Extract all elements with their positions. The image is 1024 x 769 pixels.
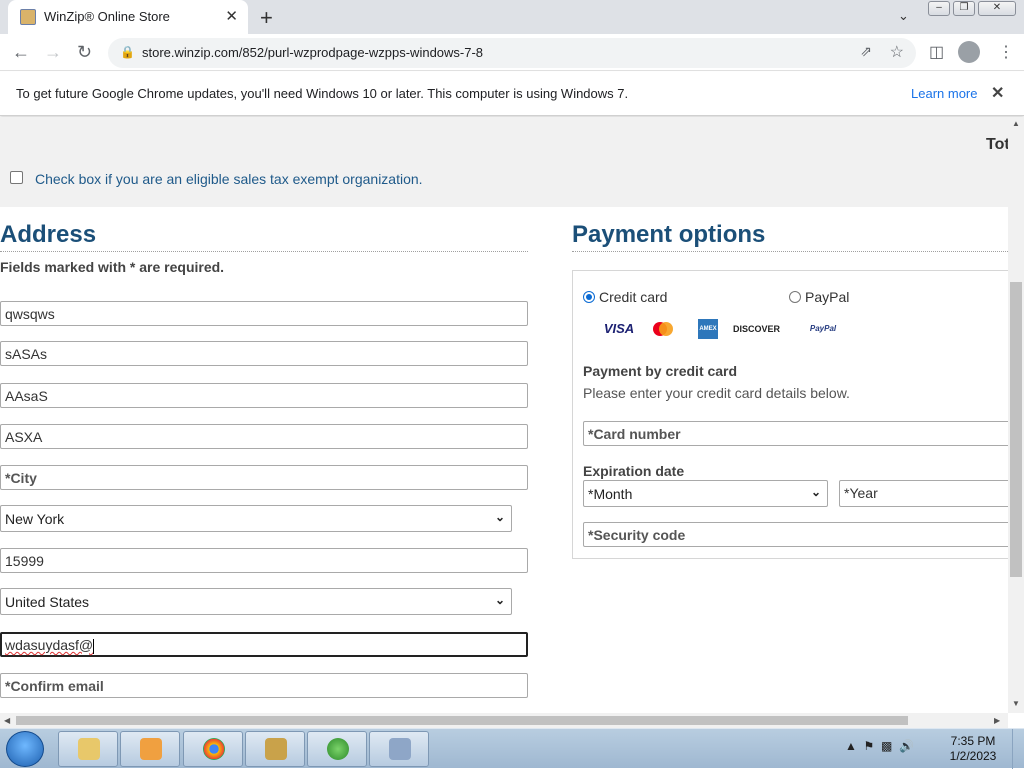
minimize-button[interactable]: –: [928, 1, 950, 16]
payment-divider: [572, 251, 1008, 252]
address-divider: [0, 251, 528, 252]
bookmark-star-icon[interactable]: ☆: [890, 42, 904, 62]
system-tray-icons[interactable]: ▲ ⚑ ▩ 🔊: [845, 739, 914, 753]
chevron-down-icon: ⌄: [494, 510, 505, 524]
clock-time: 7:35 PM: [950, 734, 996, 748]
update-infobar: To get future Google Chrome updates, you…: [0, 72, 1024, 116]
taskbar-clock[interactable]: 7:35 PM 1/2/2023: [943, 734, 1003, 764]
expiration-year-field[interactable]: *Year: [839, 480, 1008, 507]
address-bar[interactable]: 🔒 store.winzip.com/852/purl-wzprodpage-w…: [108, 38, 916, 68]
page-content: Tot Check box if you are an eligible sal…: [0, 117, 1008, 713]
show-desktop-button[interactable]: [1012, 729, 1024, 769]
back-arrow-icon[interactable]: ←: [12, 42, 30, 63]
tab-search-chevron-icon[interactable]: ⌄: [898, 8, 909, 24]
credit-card-label[interactable]: Credit card: [599, 289, 667, 305]
credit-card-radio[interactable]: [583, 291, 595, 303]
email-field-value: wdasuydasf@: [5, 637, 94, 653]
browser-tab[interactable]: WinZip® Online Store ✕: [8, 0, 248, 34]
tab-title: WinZip® Online Store: [44, 9, 170, 24]
taskbar-media-player[interactable]: [120, 731, 180, 767]
address-line1-field[interactable]: AAsaS: [0, 383, 528, 408]
windows-taskbar: ▲ ⚑ ▩ 🔊 7:35 PM 1/2/2023: [0, 728, 1024, 769]
taskbar-winzip[interactable]: [245, 731, 305, 767]
learn-more-link[interactable]: Learn more: [911, 86, 977, 101]
zip-field[interactable]: 15999: [0, 548, 528, 573]
start-button[interactable]: [6, 731, 44, 767]
security-code-field[interactable]: *Security code: [583, 522, 1008, 547]
state-select[interactable]: New York ⌄: [0, 505, 512, 532]
taskbar-explorer[interactable]: [58, 731, 118, 767]
payment-heading: Payment options: [572, 221, 766, 248]
windows-logo-icon: [327, 738, 349, 760]
lock-icon: 🔒: [120, 45, 135, 59]
taskbar-users[interactable]: [369, 731, 429, 767]
city-field[interactable]: *City: [0, 465, 528, 490]
browser-toolbar: ← → ↻ 🔒 store.winzip.com/852/purl-wzprod…: [0, 34, 1024, 71]
paypal-radio[interactable]: [789, 291, 801, 303]
mastercard-logo-icon: [651, 321, 675, 337]
card-number-field[interactable]: *Card number: [583, 421, 1008, 446]
text-caret: [93, 638, 95, 654]
state-select-value: New York: [5, 511, 65, 527]
address-line2-field[interactable]: ASXA: [0, 424, 528, 449]
first-name-field[interactable]: qwsqws: [0, 301, 528, 326]
scroll-right-arrow-icon[interactable]: ▶: [994, 716, 1000, 725]
folder-icon: [78, 738, 100, 760]
payment-by-card-title: Payment by credit card: [583, 363, 738, 379]
tab-strip: WinZip® Online Store ✕ + ⌄ – ❐ ✕: [0, 0, 1024, 34]
scroll-left-arrow-icon[interactable]: ◀: [4, 716, 10, 725]
forward-arrow-icon[interactable]: →: [44, 42, 62, 63]
payment-by-card-subtitle: Please enter your credit card details be…: [583, 385, 850, 401]
winzip-favicon-icon: [20, 9, 36, 25]
last-name-field[interactable]: sASAs: [0, 341, 528, 366]
clock-date: 1/2/2023: [949, 749, 997, 763]
chevron-down-icon: ⌄: [810, 485, 821, 499]
scroll-down-arrow-icon[interactable]: ▼: [1012, 699, 1020, 708]
new-tab-button[interactable]: +: [260, 5, 273, 31]
chrome-icon: [203, 738, 225, 760]
paypal-label[interactable]: PayPal: [805, 289, 849, 305]
month-select-value: *Month: [588, 486, 633, 502]
tax-exempt-checkbox[interactable]: [10, 171, 23, 184]
visa-logo-icon: VISA: [603, 321, 635, 336]
vertical-scroll-thumb[interactable]: [1010, 282, 1022, 577]
country-select[interactable]: United States ⌄: [0, 588, 512, 615]
payment-box: Credit card PayPal VISA AMEX DISCOVER Pa…: [572, 270, 1008, 559]
address-heading: Address: [0, 221, 97, 248]
total-label: Tot: [986, 136, 1008, 153]
menu-kebab-icon[interactable]: ⋮: [998, 42, 1014, 62]
profile-avatar[interactable]: [958, 41, 980, 63]
infobar-message: To get future Google Chrome updates, you…: [16, 86, 629, 101]
expiration-date-label: Expiration date: [583, 463, 685, 479]
taskbar-chrome[interactable]: [183, 731, 243, 767]
url-text: store.winzip.com/852/purl-wzprodpage-wzp…: [142, 45, 484, 60]
infobar-close-icon[interactable]: ✕: [991, 83, 1004, 103]
horizontal-scrollbar[interactable]: ◀ ▶: [0, 713, 1008, 728]
chevron-down-icon: ⌄: [494, 593, 505, 607]
media-player-icon: [140, 738, 162, 760]
confirm-email-field[interactable]: *Confirm email: [0, 673, 528, 698]
expiration-month-select[interactable]: *Month ⌄: [583, 480, 828, 507]
share-icon[interactable]: ⇗: [860, 43, 872, 60]
tab-close-icon[interactable]: ✕: [225, 7, 238, 25]
country-select-value: United States: [5, 594, 90, 610]
taskbar-windows-app[interactable]: [307, 731, 367, 767]
order-summary-strip: [0, 117, 1008, 207]
scroll-up-arrow-icon[interactable]: ▲: [1012, 119, 1020, 128]
amex-logo-icon: AMEX: [698, 319, 718, 339]
tax-exempt-label[interactable]: Check box if you are an eligible sales t…: [35, 171, 423, 187]
horizontal-scroll-thumb[interactable]: [16, 716, 908, 725]
discover-logo-icon: DISCOVER: [733, 324, 781, 334]
restore-button[interactable]: ❐: [953, 1, 975, 16]
users-icon: [389, 738, 411, 760]
reload-icon[interactable]: ↻: [77, 42, 92, 63]
side-panel-icon[interactable]: ◫: [929, 42, 944, 62]
required-fields-note: Fields marked with * are required.: [0, 259, 225, 275]
vertical-scrollbar[interactable]: ▲ ▼: [1008, 117, 1024, 713]
winzip-icon: [265, 738, 287, 760]
email-field[interactable]: wdasuydasf@: [0, 632, 528, 657]
close-window-button[interactable]: ✕: [978, 1, 1016, 16]
paypal-logo-icon: PayPal: [809, 324, 837, 333]
